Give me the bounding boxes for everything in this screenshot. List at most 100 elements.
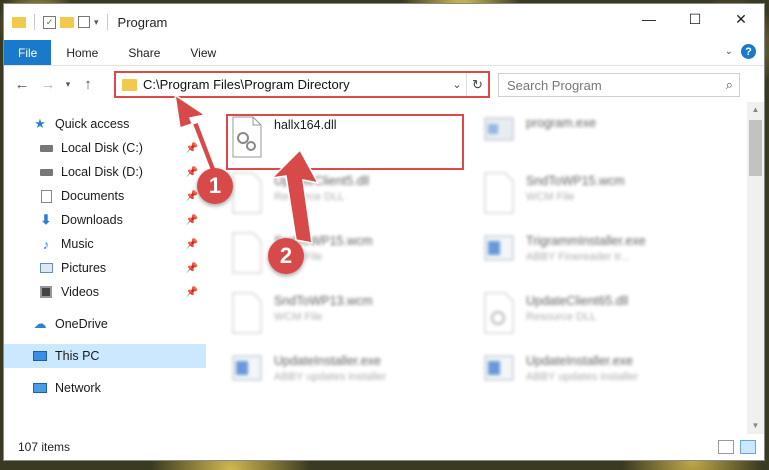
chevron-down-icon[interactable]: ▾: [94, 17, 99, 28]
file-type: Resource DLL: [274, 191, 345, 203]
maximize-button[interactable]: ☐: [672, 4, 718, 34]
recent-locations-button[interactable]: ▾: [62, 72, 74, 96]
pin-icon[interactable]: 📌: [186, 215, 198, 226]
network-icon: [32, 380, 48, 396]
new-folder-icon[interactable]: [60, 16, 74, 28]
scroll-down-icon[interactable]: ▼: [747, 418, 764, 434]
wcm-file-icon: [482, 172, 518, 216]
ribbon-tabs: File Home Share View ⌄ ?: [4, 40, 764, 66]
sidebar-item-label: Local Disk (D:): [61, 165, 143, 179]
navigation-pane: ★ Quick access Local Disk (C:) 📌 Local D…: [4, 102, 206, 434]
sidebar-item-label: Documents: [61, 189, 125, 203]
address-path[interactable]: C:\Program Files\Program Directory: [143, 77, 448, 92]
pin-icon[interactable]: 📌: [186, 287, 198, 298]
pin-icon[interactable]: 📌: [186, 143, 198, 154]
file-type: ABBY updates installer: [274, 371, 387, 383]
refresh-icon[interactable]: ↻: [466, 73, 488, 96]
tab-view[interactable]: View: [175, 40, 231, 65]
file-name: hallx164.dll: [274, 118, 337, 132]
sidebar-item-label: This PC: [55, 349, 100, 363]
back-button[interactable]: ←: [10, 72, 34, 96]
file-item-hallx164-dll[interactable]: hallx164.dll: [230, 116, 337, 160]
cloud-icon: ☁: [33, 316, 47, 331]
vertical-scrollbar[interactable]: ▲ ▼: [747, 102, 764, 434]
tab-share[interactable]: Share: [113, 40, 175, 65]
details-view-icon[interactable]: [718, 440, 734, 454]
file-name: UpdateClient65.dll: [526, 294, 629, 308]
up-button[interactable]: ↑: [76, 72, 100, 96]
tab-home[interactable]: Home: [51, 40, 113, 65]
sidebar-item-downloads[interactable]: ⬇ Downloads 📌: [4, 208, 206, 232]
pictures-icon: [38, 260, 54, 276]
exe-file-icon: [482, 232, 518, 276]
search-placeholder: Search Program: [507, 77, 602, 93]
scrollbar-thumb[interactable]: [749, 120, 762, 176]
minimize-button[interactable]: —: [626, 4, 672, 34]
window-controls: — ☐ ✕: [626, 4, 764, 34]
file-name: SndToWP15.wcm: [526, 174, 625, 188]
file-item[interactable]: SndToWP15.wcm WCM File: [482, 172, 625, 216]
content-area: ★ Quick access Local Disk (C:) 📌 Local D…: [4, 102, 764, 434]
properties-icon[interactable]: ✓: [43, 15, 56, 29]
search-input[interactable]: Search Program ⌕: [498, 73, 740, 97]
sidebar-item-this-pc[interactable]: This PC: [4, 344, 206, 368]
scroll-up-icon[interactable]: ▲: [747, 102, 764, 118]
expand-ribbon-icon[interactable]: ⌄: [725, 46, 733, 57]
file-name: UpdateInstaller.exe: [526, 354, 634, 368]
sidebar-item-local-disk-d[interactable]: Local Disk (D:) 📌: [4, 160, 206, 184]
sidebar-item-onedrive[interactable]: ☁ OneDrive: [4, 312, 206, 336]
file-item[interactable]: UpdateInstaller.exe ABBY updates installe…: [230, 352, 386, 396]
sidebar-item-pictures[interactable]: Pictures 📌: [4, 256, 206, 280]
address-bar[interactable]: C:\Program Files\Program Directory ⌄ ↻: [114, 71, 490, 98]
sidebar-item-label: Pictures: [61, 261, 107, 275]
file-item[interactable]: UpdateInstaller.exe ABBY updates installe…: [482, 352, 638, 396]
file-explorer-window: ✓ ▾ Program — ☐ ✕ File Home Share View ⌄…: [3, 3, 765, 461]
step-badge-1: 1: [197, 168, 233, 204]
sidebar-item-videos[interactable]: Videos 📌: [4, 280, 206, 304]
dll-file-icon: [230, 116, 266, 160]
pin-icon[interactable]: 📌: [186, 167, 198, 178]
computer-icon: [32, 348, 48, 364]
customize-toolbar-icon[interactable]: [78, 16, 90, 28]
dll-file-icon: [230, 172, 266, 216]
sidebar-item-quick-access[interactable]: ★ Quick access: [4, 112, 206, 136]
pin-icon[interactable]: 📌: [186, 263, 198, 274]
file-item[interactable]: UpdateClient65.dll Resource DLL: [482, 292, 628, 336]
file-item[interactable]: UpdateClient5.dll Resource DLL: [230, 172, 369, 216]
file-item[interactable]: program.exe: [482, 114, 596, 158]
sidebar-item-documents[interactable]: Documents 📌: [4, 184, 206, 208]
file-type: ABBY Finereader tr...: [526, 251, 630, 263]
videos-icon: [38, 284, 54, 300]
tab-file[interactable]: File: [4, 40, 52, 65]
sidebar-item-network[interactable]: Network: [4, 376, 206, 400]
sidebar-item-label: Videos: [61, 285, 99, 299]
ribbon-right-controls: ⌄ ?: [725, 44, 756, 59]
star-icon: ★: [34, 116, 46, 131]
downloads-icon: ⬇: [40, 212, 52, 227]
title-bar: ✓ ▾ Program — ☐ ✕: [4, 4, 764, 40]
folder-icon: [12, 16, 26, 28]
folder-icon: [122, 78, 137, 91]
forward-button[interactable]: →: [36, 72, 60, 96]
sidebar-item-local-disk-c[interactable]: Local Disk (C:) 📌: [4, 136, 206, 160]
sidebar-item-music[interactable]: ♪ Music 📌: [4, 232, 206, 256]
drive-icon: [38, 164, 54, 180]
sidebar-item-label: Local Disk (C:): [61, 141, 143, 155]
sidebar-item-label: Music: [61, 237, 94, 251]
close-button[interactable]: ✕: [718, 4, 764, 34]
pin-icon[interactable]: 📌: [186, 239, 198, 250]
pin-icon[interactable]: 📌: [186, 191, 198, 202]
view-buttons: [718, 440, 756, 454]
file-item[interactable]: SndToWP13.wcm WCM File: [230, 292, 373, 336]
file-item[interactable]: TrigrammInstaller.exe ABBY Finereader tr.…: [482, 232, 646, 276]
sidebar-item-label: Network: [55, 381, 101, 395]
file-name: TrigrammInstaller.exe: [526, 234, 646, 248]
sidebar-item-label: Downloads: [61, 213, 123, 227]
chevron-down-icon[interactable]: ⌄: [448, 78, 466, 91]
large-icons-view-icon[interactable]: [740, 440, 756, 454]
sidebar-item-label: Quick access: [55, 117, 130, 131]
help-icon[interactable]: ?: [741, 44, 756, 59]
step-badge-2: 2: [268, 238, 304, 274]
exe-file-icon: [482, 114, 518, 158]
